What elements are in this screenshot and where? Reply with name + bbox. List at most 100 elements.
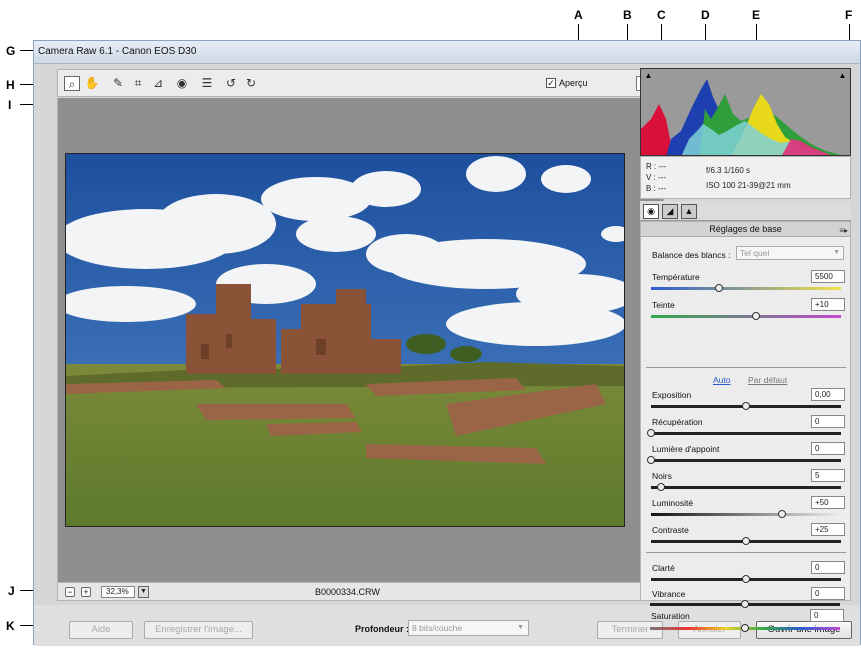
depth-value: 8 bits/couche <box>412 623 463 633</box>
slider-thumb[interactable] <box>741 624 749 632</box>
callout-g-leader <box>20 50 34 51</box>
rotate-left-icon[interactable]: ↺ <box>223 76 239 91</box>
slider-thumb[interactable] <box>715 284 724 292</box>
slider-track[interactable] <box>651 513 841 516</box>
slider-contrast[interactable]: Contraste +25 <box>651 523 847 551</box>
zoom-icon[interactable]: ⌕ <box>64 76 80 91</box>
slider-value-field[interactable]: 0 <box>810 609 844 622</box>
exif-iso-lens: ISO 100 21-39@21 mm <box>706 181 791 190</box>
slider-label: Contraste <box>652 525 689 535</box>
slider-vibrance[interactable]: Vibrance 0 <box>651 587 847 602</box>
preview-area[interactable] <box>57 98 664 582</box>
divider <box>646 552 846 553</box>
chevron-down-icon: ▼ <box>517 624 524 631</box>
slider-tint[interactable]: Teinte +10 <box>651 298 847 326</box>
status-bar: − + 32,3% ▼ B0000334.CRW <box>57 582 664 601</box>
slider-saturation[interactable] <box>650 624 846 650</box>
slider-value-field[interactable]: +25 <box>811 523 845 536</box>
callout-e: E <box>752 8 761 22</box>
callout-a: A <box>574 8 583 22</box>
crop-icon[interactable]: ⌗ <box>130 76 146 91</box>
exif-aperture-shutter: f/6.3 1/160 s <box>706 166 751 175</box>
slider-clarity[interactable]: Clarté 0 <box>651 561 847 589</box>
slider-temperature[interactable]: Température 5500 <box>651 270 847 298</box>
white-balance-label: Balance des blancs : <box>652 250 731 260</box>
preview-checkbox[interactable]: ✓ <box>546 78 556 88</box>
slider-track[interactable] <box>651 315 841 318</box>
slider-value-field[interactable]: 0 <box>811 561 845 574</box>
panel-menu-icon[interactable]: ≡▸ <box>839 224 848 238</box>
rgb-red: R : --- <box>646 162 667 171</box>
slider-track[interactable] <box>651 486 841 489</box>
slider-value-field[interactable]: 0 <box>811 415 845 428</box>
slider-track[interactable] <box>651 432 841 435</box>
zoom-in-button[interactable]: + <box>81 587 91 597</box>
camera-raw-window: Camera Raw 6.1 - Canon EOS D30 ⌕ ✋ ✎ ⌗ ⊿… <box>33 40 861 646</box>
slider-value-field[interactable]: +50 <box>811 496 845 509</box>
slider-thumb[interactable] <box>742 537 750 545</box>
callout-f: F <box>845 8 853 22</box>
slider-label: Récupération <box>652 417 703 427</box>
red-eye-icon[interactable]: ◉ <box>174 76 190 91</box>
chevron-down-icon: ▼ <box>833 249 840 256</box>
slider-blacks[interactable]: Noirs 5 <box>651 469 847 497</box>
help-button[interactable]: Aide <box>69 621 133 639</box>
slider-value-field[interactable]: 0,00 <box>811 388 845 401</box>
slider-thumb[interactable] <box>647 429 655 437</box>
callout-j: J <box>8 584 15 598</box>
slider-value-field[interactable]: 0 <box>811 442 845 455</box>
zoom-out-button[interactable]: − <box>65 587 75 597</box>
slider-thumb[interactable] <box>741 600 749 608</box>
slider-value-field[interactable]: +10 <box>811 298 845 311</box>
slider-thumb[interactable] <box>647 456 655 464</box>
eyedropper-icon[interactable]: ✎ <box>110 76 126 91</box>
callout-i: I <box>8 98 12 112</box>
detail-tab-icon[interactable]: ▲ <box>681 204 697 219</box>
slider-value-field[interactable]: 0 <box>811 587 845 600</box>
slider-thumb[interactable] <box>778 510 787 518</box>
save-image-button[interactable]: Enregistrer l'image... <box>144 621 253 639</box>
callout-h: H <box>6 78 15 92</box>
callout-k: K <box>6 619 15 633</box>
slider-thumb[interactable] <box>742 575 750 583</box>
callout-g: G <box>6 44 16 58</box>
auto-link[interactable]: Auto <box>713 375 731 385</box>
depth-select[interactable]: 8 bits/couche ▼ <box>408 620 529 636</box>
slider-track[interactable] <box>651 459 841 462</box>
slider-brightness[interactable]: Luminosité +50 <box>651 496 847 524</box>
highlight-clipping-icon[interactable]: ▲ <box>838 71 847 80</box>
basic-tab-icon[interactable]: ◉ <box>643 204 659 219</box>
slider-thumb[interactable] <box>742 402 750 410</box>
panel-tabs: ◉ ◢ ▲ <box>640 201 851 221</box>
zoom-dropdown[interactable]: ▼ <box>138 586 149 598</box>
slider-track[interactable] <box>651 287 841 290</box>
divider <box>646 367 846 368</box>
straighten-icon[interactable]: ⊿ <box>150 76 166 91</box>
slider-label: Noirs <box>652 471 672 481</box>
callout-c: C <box>657 8 666 22</box>
slider-fill-light[interactable]: Lumière d'appoint 0 <box>647 442 847 470</box>
slider-thumb[interactable] <box>656 483 665 491</box>
tone-curve-tab-icon[interactable]: ◢ <box>662 204 678 219</box>
rotate-right-icon[interactable]: ↻ <box>243 76 259 91</box>
slider-value-field[interactable]: 5500 <box>811 270 845 283</box>
slider-exposure[interactable]: Exposition 0,00 <box>651 388 847 416</box>
photo-preview <box>65 153 625 527</box>
title-bar[interactable]: Camera Raw 6.1 - Canon EOS D30 <box>34 41 860 64</box>
hand-icon[interactable]: ✋ <box>84 76 100 91</box>
rgb-blue: B : --- <box>646 184 666 193</box>
white-balance-select[interactable]: Tel quel ▼ <box>736 246 844 260</box>
depth-label: Profondeur : <box>355 624 409 634</box>
slider-thumb[interactable] <box>751 312 760 320</box>
slider-value-field[interactable]: 5 <box>811 469 845 482</box>
window-title: Camera Raw 6.1 - Canon EOS D30 <box>38 46 197 57</box>
basic-panel: Réglages de base ≡▸ Balance des blancs :… <box>640 221 851 601</box>
slider-recovery[interactable]: Récupération 0 <box>647 415 847 443</box>
slider-label: Saturation <box>651 611 690 621</box>
default-link[interactable]: Par défaut <box>748 375 787 385</box>
preferences-icon[interactable]: ☰ <box>199 76 215 91</box>
toolbar: ⌕ ✋ ✎ ⌗ ⊿ ◉ ☰ ↺ ↻ ✓ Aperçu ⇱ <box>57 69 664 97</box>
shadow-clipping-icon[interactable]: ▲ <box>644 71 653 80</box>
callout-b: B <box>623 8 632 22</box>
zoom-level[interactable]: 32,3% <box>101 586 135 598</box>
